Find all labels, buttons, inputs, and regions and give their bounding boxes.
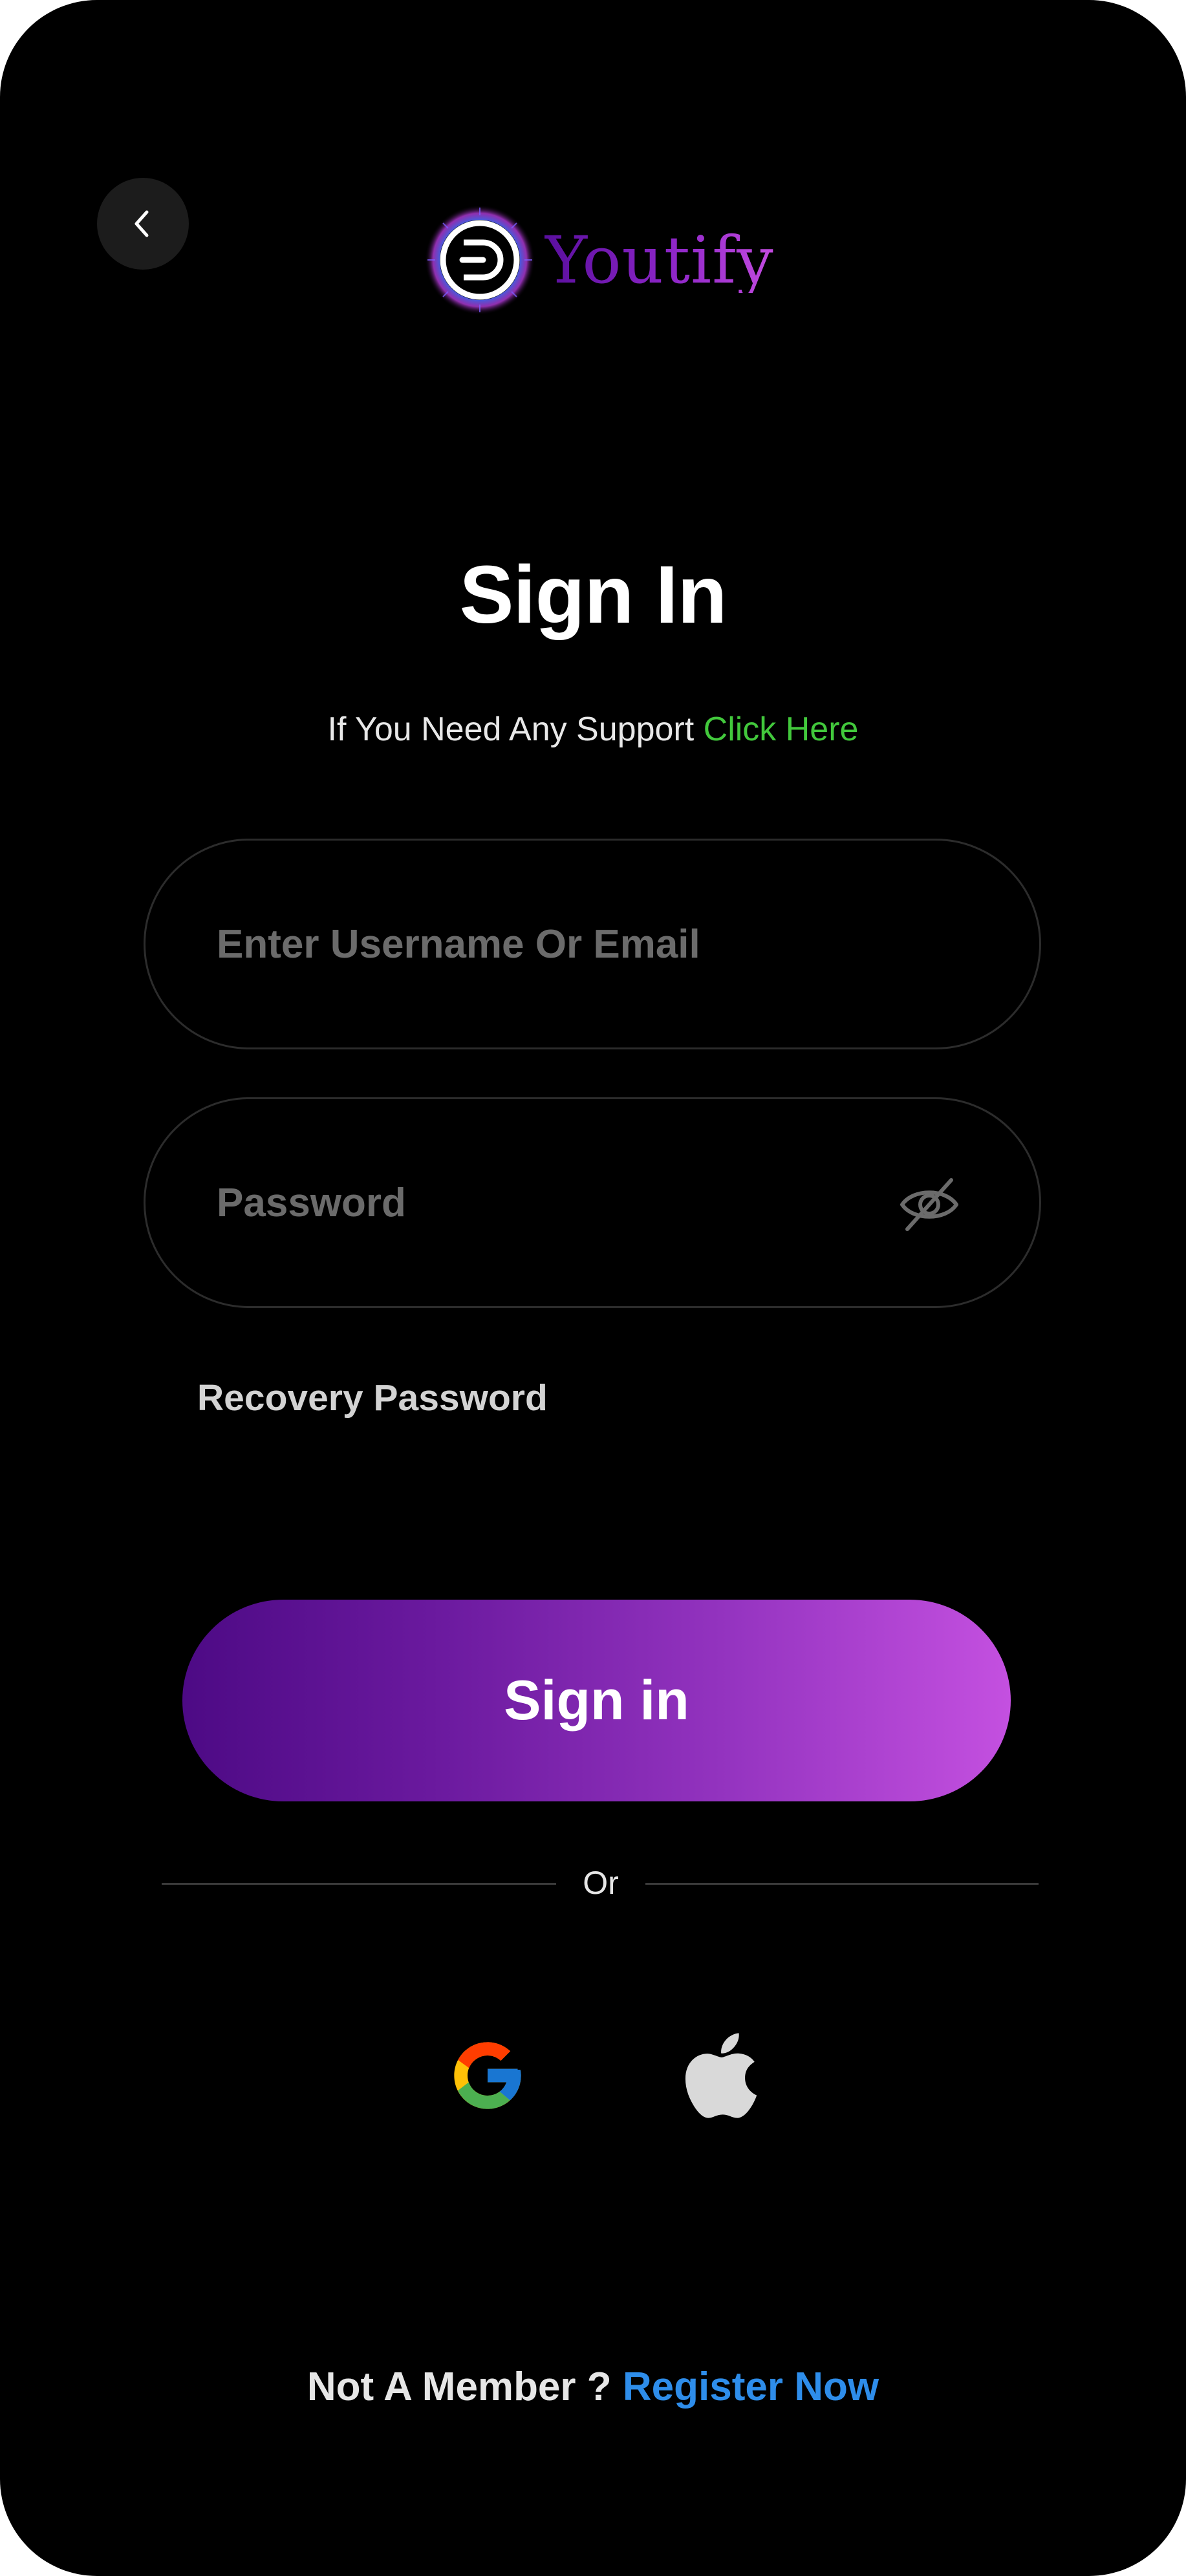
google-sign-in-button[interactable] — [442, 2030, 533, 2121]
back-button[interactable] — [97, 178, 189, 270]
register-now-link[interactable]: Register Now — [623, 2365, 879, 2409]
support-link[interactable]: Click Here — [704, 711, 859, 748]
or-divider: Or — [162, 1857, 1039, 1909]
recovery-password-link[interactable]: Recovery Password — [197, 1372, 548, 1424]
or-label: Or — [583, 1865, 619, 1901]
sign-in-button[interactable]: Sign in — [182, 1600, 1011, 1801]
support-line: If You Need Any Support Click Here — [0, 707, 1186, 752]
chevron-left-icon — [135, 210, 149, 237]
sign-in-screen: Youtify Sign In If You Need Any Support … — [0, 0, 1186, 2576]
apple-icon — [685, 2033, 757, 2118]
register-prompt: Not A Member ? Register Now — [0, 2361, 1186, 2413]
page-title: Sign In — [459, 549, 728, 640]
logo-mark-icon — [425, 205, 535, 315]
divider-line-right — [645, 1883, 1039, 1885]
username-field[interactable] — [144, 839, 1041, 1049]
google-icon — [454, 2042, 521, 2109]
password-field[interactable] — [144, 1097, 1041, 1308]
username-input[interactable] — [217, 921, 863, 967]
apple-sign-in-button[interactable] — [676, 2030, 766, 2121]
app-name: Youtify — [544, 222, 774, 298]
app-logo: Youtify — [424, 204, 774, 317]
divider-line-left — [162, 1883, 556, 1885]
password-input[interactable] — [217, 1179, 863, 1226]
eye-off-icon[interactable] — [897, 1172, 962, 1237]
not-member-text: Not A Member ? — [307, 2365, 612, 2409]
support-text: If You Need Any Support — [327, 711, 695, 748]
